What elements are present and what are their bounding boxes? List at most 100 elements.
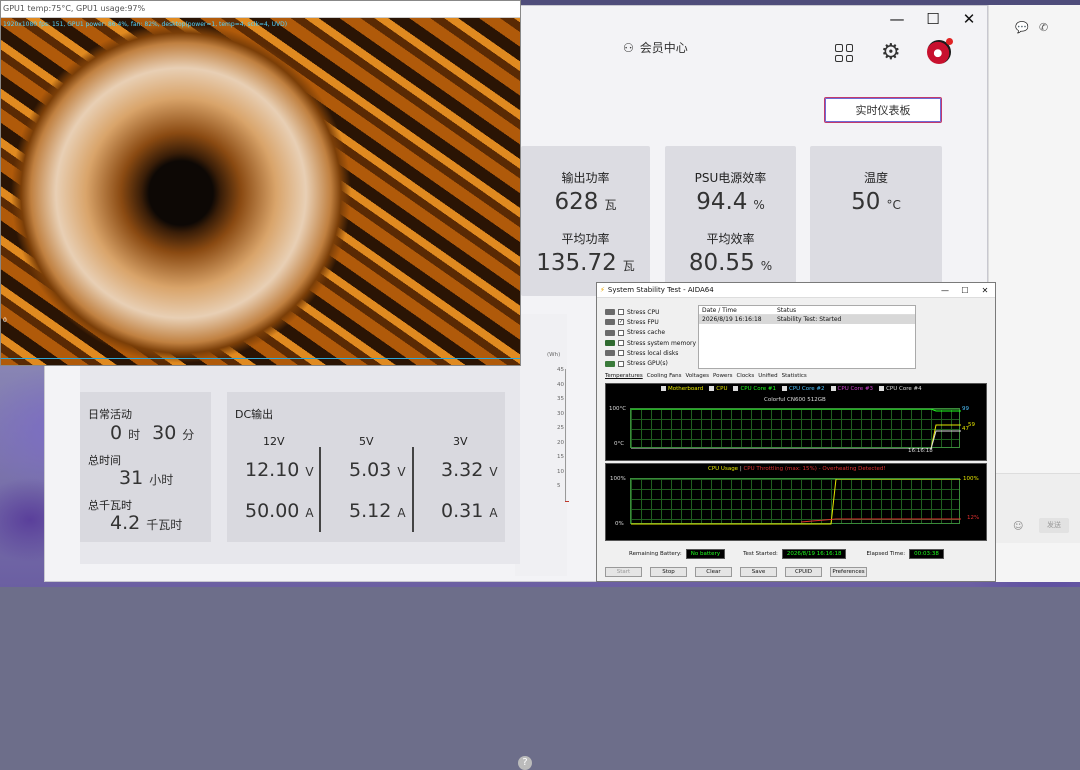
send-button[interactable]: 发送	[1039, 518, 1069, 533]
rail-3v-voltage: 3.32 V	[441, 459, 498, 481]
stress-memory-option[interactable]: Stress system memory	[605, 338, 696, 348]
aida64-icon: ⚡	[600, 286, 605, 294]
stress-gpu-option[interactable]: Stress GPU(s)	[605, 358, 696, 368]
legend-cpu-core-4[interactable]: CPU Core #4	[879, 386, 922, 392]
psu-efficiency-label: PSU电源效率	[694, 171, 767, 185]
tab-powers[interactable]: Powers	[713, 373, 733, 379]
side-mark: 0	[3, 317, 7, 324]
avg-power-value: 135.72 瓦	[536, 250, 635, 276]
battery-value: No battery	[685, 549, 726, 559]
checkbox[interactable]	[618, 340, 624, 347]
tab-temperatures[interactable]: Temperatures	[605, 373, 643, 379]
usage-min-label: 0%	[615, 521, 624, 527]
divider	[319, 447, 321, 532]
test-started-label: Test Started:	[743, 551, 778, 557]
chat-window-partial: 💬 ✆ ☺ 发送	[988, 5, 1080, 582]
maximize-button[interactable]: ☐	[915, 10, 951, 28]
output-power-label: 输出功率	[561, 171, 610, 185]
avatar[interactable]	[927, 38, 953, 64]
help-icon[interactable]: ?	[518, 756, 532, 770]
legend-cpu-core-1[interactable]: CPU Core #1	[733, 386, 776, 392]
chart-tick-label: 20	[557, 439, 564, 446]
dashboard-button[interactable]: 实时仪表板	[824, 97, 942, 123]
user-icon: ⚇	[623, 40, 634, 55]
legend-cpu[interactable]: CPU	[709, 386, 727, 392]
usage-right-current: 12%	[967, 515, 980, 521]
maximize-button[interactable]: ☐	[955, 286, 975, 295]
apps-grid-icon[interactable]	[835, 44, 853, 62]
phone-icon[interactable]: ✆	[1039, 21, 1048, 34]
total-kwh-value: 4.2 千瓦时	[110, 512, 183, 534]
tab-cooling-fans[interactable]: Cooling Fans	[647, 373, 682, 379]
daily-activity-value: 0 时 30 分	[110, 422, 195, 444]
stress-cache-option[interactable]: Stress cache	[605, 328, 696, 338]
checkbox-checked[interactable]: ✓	[618, 319, 624, 326]
usage-right-max: 100%	[963, 476, 979, 482]
legend-cpu-core-2[interactable]: CPU Core #2	[782, 386, 825, 392]
progress-line	[1, 358, 520, 359]
minimize-button[interactable]: —	[879, 10, 915, 28]
test-started-value: 2026/8/19 16:16:18	[781, 549, 847, 559]
graph-tabs: Temperatures Cooling Fans Voltages Power…	[605, 373, 807, 379]
cpu-usage-title: CPU Usage | CPU Throttling (max: 15%) - …	[708, 466, 886, 472]
chart-tick-label: 40	[557, 381, 564, 388]
rail-5v-current: 5.12 A	[349, 500, 406, 522]
member-center-link[interactable]: ⚇ 会员中心	[623, 39, 688, 56]
output-power-value: 628 瓦	[554, 189, 617, 215]
save-button[interactable]: Save	[740, 567, 777, 577]
chart-tick-label: 45	[557, 367, 564, 373]
chart-tick-label: 30	[557, 410, 564, 417]
close-button[interactable]: ✕	[975, 286, 995, 295]
temperature-legend: Motherboard CPU CPU Core #1 CPU Core #2 …	[661, 386, 922, 392]
legend-cpu-core-3[interactable]: CPU Core #3	[831, 386, 874, 392]
window-controls: — ☐ ✕	[521, 6, 987, 32]
legend-motherboard[interactable]: Motherboard	[661, 386, 703, 392]
daily-activity-label: 日常活动	[88, 408, 132, 421]
benchmark-title: GPU1 temp:75°C, GPU1 usage:97%	[1, 1, 520, 18]
temperature-card: 温度 50 °C	[810, 146, 942, 296]
total-time-label: 总时间	[88, 454, 121, 467]
tab-clocks[interactable]: Clocks	[736, 373, 754, 379]
checkbox[interactable]	[618, 329, 624, 336]
minimize-button[interactable]: —	[935, 286, 955, 295]
temp-min-label: 0°C	[614, 441, 625, 447]
legend-ssd[interactable]: Colorful CN600 512GB	[764, 397, 826, 403]
checkbox[interactable]	[618, 350, 624, 357]
temperature-grid	[630, 408, 961, 449]
cpu-usage-graph: CPU Usage | CPU Throttling (max: 15%) - …	[605, 463, 987, 541]
rail-3v-current: 0.31 A	[441, 500, 498, 522]
cpuid-button[interactable]: CPUID	[785, 567, 822, 577]
output-power-card: 输出功率 628 瓦 平均功率 135.72 瓦	[521, 146, 650, 296]
gear-icon[interactable]: ⚙	[881, 40, 901, 65]
aida-buttons: Start Stop Clear Save CPUID Preferences	[605, 567, 867, 577]
stress-disks-option[interactable]: Stress local disks	[605, 348, 696, 358]
table-row[interactable]: 2026/8/19 16:16:18 Stability Test: Starte…	[699, 315, 915, 324]
stop-button[interactable]: Stop	[650, 567, 687, 577]
divider	[412, 447, 414, 532]
checkbox[interactable]	[618, 360, 624, 367]
temperature-label: 温度	[863, 171, 888, 185]
memory-icon	[605, 340, 615, 347]
start-button[interactable]: Start	[605, 567, 642, 577]
fpu-icon	[605, 319, 615, 326]
tab-unified[interactable]: Unified	[758, 373, 777, 379]
chart-tick-label: 25	[557, 425, 564, 431]
clear-button[interactable]: Clear	[695, 567, 732, 577]
close-button[interactable]: ✕	[951, 10, 987, 28]
chat-icon[interactable]: 💬	[1015, 21, 1029, 34]
elapsed-label: Elapsed Time:	[866, 551, 906, 557]
temp-value-3: 47	[962, 426, 969, 432]
checkbox[interactable]	[618, 309, 624, 316]
avg-efficiency-value: 80.55%	[688, 250, 773, 276]
emoji-icon[interactable]: ☺	[1013, 521, 1023, 532]
rail-5v-voltage: 5.03 V	[349, 459, 406, 481]
tab-statistics[interactable]: Statistics	[782, 373, 807, 379]
preferences-button[interactable]: Preferences	[830, 567, 867, 577]
disk-icon	[605, 350, 615, 357]
tab-voltages[interactable]: Voltages	[685, 373, 709, 379]
stress-cpu-option[interactable]: Stress CPU	[605, 307, 696, 317]
rail-12v-voltage: 12.10 V	[245, 459, 314, 481]
dc-output-title: DC输出	[235, 408, 274, 421]
stress-fpu-option[interactable]: ✓ Stress FPU	[605, 317, 696, 327]
log-table: Date / Time Status 2026/8/19 16:16:18 Stab…	[698, 305, 916, 369]
